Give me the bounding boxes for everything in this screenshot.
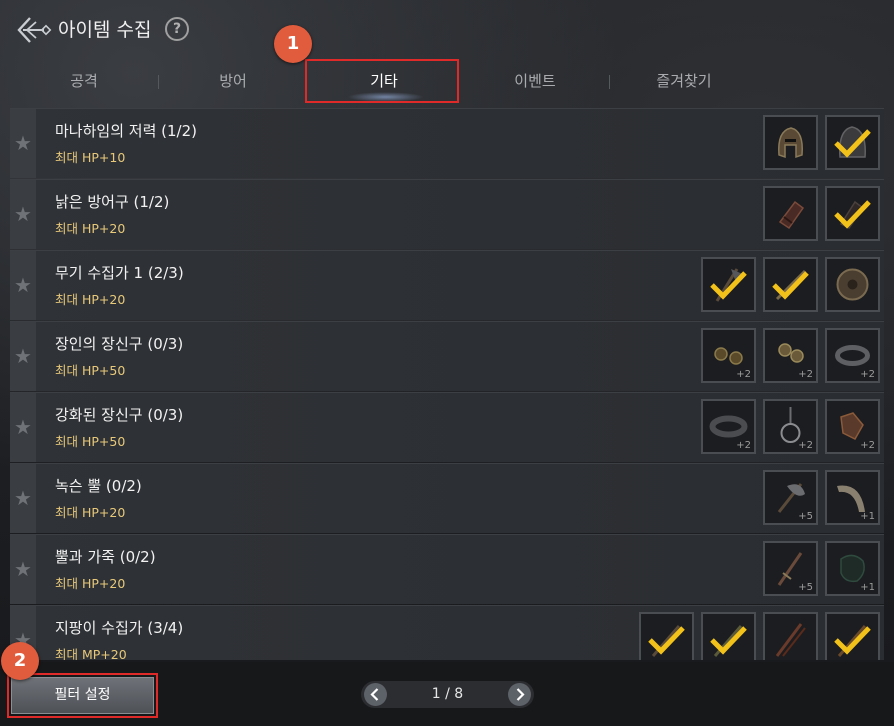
collection-name: 녹슨 뿔 (0/2) — [55, 477, 142, 495]
enhance-level: +5 — [798, 582, 813, 593]
shield-icon — [836, 268, 869, 301]
item-slot-collected[interactable] — [639, 612, 694, 660]
collection-row[interactable]: ★ 뿔과 가죽 (0/2) 최대 HP+20 +5 +1 — [10, 534, 884, 604]
item-slot-collected[interactable] — [763, 257, 818, 312]
enhance-level: +2 — [798, 440, 813, 451]
chevron-left-icon — [370, 688, 379, 701]
item-slot-collected[interactable] — [701, 612, 756, 660]
tab-favorites[interactable]: 즐겨찾기 — [610, 58, 758, 106]
favorite-star-icon[interactable]: ★ — [10, 202, 36, 226]
enhance-level: +5 — [798, 511, 813, 522]
favorite-star-icon[interactable]: ★ — [10, 486, 36, 510]
item-slot[interactable] — [763, 612, 818, 660]
item-slot[interactable]: +2 — [701, 328, 756, 383]
collection-stat: 최대 HP+20 — [55, 292, 126, 307]
enhance-level: +2 — [798, 369, 813, 380]
check-icon — [834, 626, 871, 655]
prev-page-button[interactable] — [364, 683, 387, 706]
item-slot-collected[interactable] — [825, 612, 880, 660]
tab-event[interactable]: 이벤트 — [461, 58, 609, 106]
favorite-column: ★ — [10, 322, 36, 391]
item-slot[interactable]: +5 — [763, 541, 818, 596]
collection-name: 뿔과 가죽 (0/2) — [55, 548, 156, 566]
enhance-level: +1 — [860, 582, 875, 593]
check-icon — [710, 271, 747, 300]
collection-name: 마나하임의 저력 (1/2) — [55, 122, 197, 140]
check-icon — [648, 626, 685, 655]
collection-name: 무기 수집가 1 (2/3) — [55, 264, 184, 282]
bracer-icon — [778, 200, 805, 230]
collection-name: 강화된 장신구 (0/3) — [55, 406, 184, 424]
tab-attack[interactable]: 공격 — [10, 58, 158, 106]
item-slot[interactable] — [763, 115, 818, 170]
item-slot[interactable]: +1 — [825, 541, 880, 596]
callout-badge-1: 1 — [274, 25, 312, 63]
helmet-icon — [778, 127, 804, 159]
collection-row[interactable]: ★ 장인의 장신구 (0/3) 최대 HP+50 +2 +2 +2 — [10, 321, 884, 391]
item-slot[interactable]: +2 — [701, 399, 756, 454]
collection-stat: 최대 HP+20 — [55, 505, 126, 520]
chevron-right-icon — [516, 688, 525, 701]
back-arrow-icon — [17, 17, 52, 43]
tab-defense[interactable]: 방어 — [159, 58, 307, 106]
collection-name: 지팡이 수집가 (3/4) — [55, 619, 184, 637]
help-icon[interactable]: ? — [165, 17, 189, 41]
check-icon — [710, 626, 747, 655]
favorite-column: ★ — [10, 109, 36, 178]
enhance-level: +1 — [860, 511, 875, 522]
favorite-column: ★ — [10, 251, 36, 320]
collection-row[interactable]: ★ 녹슨 뿔 (0/2) 최대 HP+20 +5 +1 — [10, 463, 884, 533]
collection-row[interactable]: ★ 지팡이 수집가 (3/4) 최대 MP+20 — [10, 605, 884, 660]
item-slot[interactable]: +2 — [825, 399, 880, 454]
enhance-level: +2 — [860, 440, 875, 451]
next-page-button[interactable] — [508, 683, 531, 706]
item-slot[interactable]: +2 — [763, 399, 818, 454]
filter-highlight-box — [7, 673, 158, 718]
item-slot[interactable]: +5 — [763, 470, 818, 525]
collection-stat: 최대 HP+20 — [55, 576, 126, 591]
callout-badge-2: 2 — [1, 642, 39, 680]
enhance-level: +2 — [736, 369, 751, 380]
favorite-star-icon[interactable]: ★ — [10, 273, 36, 297]
enhance-level: +2 — [860, 369, 875, 380]
collection-list[interactable]: ★ 마나하임의 저력 (1/2) 최대 HP+10 ★ 낡은 방어구 (1/2)… — [10, 108, 884, 660]
favorite-column: ★ — [10, 464, 36, 533]
check-icon — [772, 271, 809, 300]
favorite-column: ★ — [10, 393, 36, 462]
item-slot[interactable]: +2 — [825, 328, 880, 383]
collection-stat: 최대 HP+50 — [55, 363, 126, 378]
favorite-star-icon[interactable]: ★ — [10, 557, 36, 581]
favorite-column: ★ — [10, 180, 36, 249]
collection-stat: 최대 HP+10 — [55, 150, 126, 165]
item-slot-collected[interactable] — [701, 257, 756, 312]
collection-row[interactable]: ★ 마나하임의 저력 (1/2) 최대 HP+10 — [10, 108, 884, 178]
item-slot[interactable]: +1 — [825, 470, 880, 525]
collection-name: 장인의 장신구 (0/3) — [55, 335, 184, 353]
check-icon — [834, 129, 871, 158]
item-slot[interactable] — [825, 257, 880, 312]
collection-stat: 최대 HP+50 — [55, 434, 126, 449]
favorite-star-icon[interactable]: ★ — [10, 415, 36, 439]
collection-stat: 최대 MP+20 — [55, 647, 127, 660]
collection-row[interactable]: ★ 강화된 장신구 (0/3) 최대 HP+50 +2 +2 +2 — [10, 392, 884, 462]
header: 아이템 수집 ? — [0, 0, 894, 60]
check-icon — [834, 200, 871, 229]
collection-row[interactable]: ★ 낡은 방어구 (1/2) 최대 HP+20 — [10, 179, 884, 249]
favorite-star-icon[interactable]: ★ — [10, 131, 36, 155]
enhance-level: +2 — [736, 440, 751, 451]
item-slot-collected[interactable] — [825, 186, 880, 241]
tab-highlight-box — [305, 59, 459, 103]
collection-stat: 최대 HP+20 — [55, 221, 126, 236]
page-title: 아이템 수집 — [58, 19, 152, 41]
pagination: 1 / 8 — [361, 681, 534, 708]
item-slot[interactable]: +2 — [763, 328, 818, 383]
collection-name: 낡은 방어구 (1/2) — [55, 193, 170, 211]
item-slot[interactable] — [763, 186, 818, 241]
favorite-column: ★ — [10, 535, 36, 604]
back-button[interactable] — [14, 12, 52, 48]
favorite-star-icon[interactable]: ★ — [10, 344, 36, 368]
staff-icon — [775, 623, 806, 657]
item-slot-collected[interactable] — [825, 115, 880, 170]
collection-row[interactable]: ★ 무기 수집가 1 (2/3) 최대 HP+20 — [10, 250, 884, 320]
